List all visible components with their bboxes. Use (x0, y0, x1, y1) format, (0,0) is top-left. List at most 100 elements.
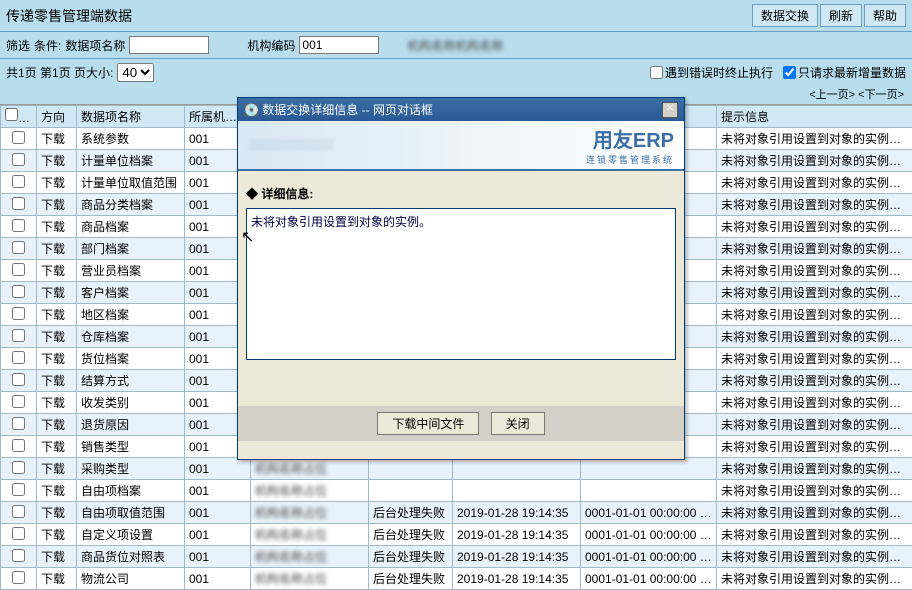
cell-proc (369, 458, 453, 480)
cell-name: 自定义项设置 (77, 524, 185, 546)
table-row[interactable]: 下载商品货位对照表001机构名称占位后台处理失败2019-01-28 19:14… (1, 546, 912, 568)
cell-name: 销售类型 (77, 436, 185, 458)
detail-link[interactable]: [详细] (904, 242, 912, 256)
detail-link[interactable]: [详细] (904, 264, 912, 278)
detail-link[interactable]: [详细] (904, 506, 912, 520)
latest-only[interactable]: 只请求最新增量数据 (783, 64, 906, 81)
cell-hint: 未将对象引用设置到对象的实例。 [详细] (717, 326, 912, 348)
row-checkbox[interactable] (12, 527, 25, 540)
row-checkbox[interactable] (12, 153, 25, 166)
close-icon[interactable]: ✕ (662, 102, 678, 118)
cell-name: 系统参数 (77, 128, 185, 150)
row-checkbox[interactable] (12, 351, 25, 364)
table-row[interactable]: 下载自由项取值范围001机构名称占位后台处理失败2019-01-28 19:14… (1, 502, 912, 524)
select-all-checkbox[interactable] (5, 108, 18, 121)
item-input[interactable] (129, 36, 209, 54)
detail-link[interactable]: [详细] (904, 198, 912, 212)
download-file-button[interactable]: 下载中间文件 (377, 412, 479, 435)
detail-link[interactable]: [详细] (904, 352, 912, 366)
detail-link[interactable]: [详细] (904, 396, 912, 410)
detail-link[interactable]: [详细] (904, 132, 912, 146)
row-checkbox[interactable] (12, 395, 25, 408)
cell-org: 001 (185, 568, 251, 590)
cell-direction: 下载 (37, 436, 77, 458)
detail-link[interactable]: [详细] (904, 308, 912, 322)
detail-label: 详细信息: (246, 185, 676, 202)
cell-hint: 未将对象引用设置到对象的实例。 [详细] (717, 194, 912, 216)
table-row[interactable]: 下载自由项档案001机构名称占位未将对象引用设置到对象的实例。 [详细] (1, 480, 912, 502)
row-checkbox[interactable] (12, 175, 25, 188)
table-row[interactable]: 下载自定义项设置001机构名称占位后台处理失败2019-01-28 19:14:… (1, 524, 912, 546)
refresh-button[interactable]: 刷新 (820, 4, 862, 27)
cell-org: 001 (185, 546, 251, 568)
row-checkbox[interactable] (12, 373, 25, 386)
row-checkbox[interactable] (12, 329, 25, 342)
dialog-body: 详细信息: 未将对象引用设置到对象的实例。 (238, 171, 684, 368)
row-checkbox[interactable] (12, 439, 25, 452)
detail-link[interactable]: [详细] (904, 374, 912, 388)
row-checkbox[interactable] (12, 263, 25, 276)
exchange-button[interactable]: 数据交换 (752, 4, 818, 27)
pager-summary: 共1页 第1页 页大小: (6, 64, 113, 81)
detail-link[interactable]: [详细] (904, 440, 912, 454)
detail-link[interactable]: [详细] (904, 330, 912, 344)
cell-time1: 2019-01-28 19:14:35 (453, 524, 581, 546)
cell-proc: 后台处理失败 (369, 546, 453, 568)
detail-link[interactable]: [详细] (904, 528, 912, 542)
row-checkbox[interactable] (12, 549, 25, 562)
col-item-name: 数据项名称 (77, 106, 185, 128)
detail-link[interactable]: [详细] (904, 286, 912, 300)
row-checkbox[interactable] (12, 505, 25, 518)
cell-name: 商品分类档案 (77, 194, 185, 216)
cell-name: 商品档案 (77, 216, 185, 238)
dialog-titlebar[interactable]: 💽 数据交换详细信息 -- 网页对话框 ✕ (238, 98, 684, 121)
row-checkbox[interactable] (12, 571, 25, 584)
org-label: 机构编码 (247, 37, 295, 54)
prev-page[interactable]: <上一页> (809, 89, 855, 101)
row-checkbox[interactable] (12, 131, 25, 144)
page-size-select[interactable]: 40 (117, 63, 154, 82)
detail-link[interactable]: [详细] (904, 176, 912, 190)
detail-textarea[interactable]: 未将对象引用设置到对象的实例。 (246, 208, 676, 360)
cell-direction: 下载 (37, 480, 77, 502)
help-button[interactable]: 帮助 (864, 4, 906, 27)
stop-on-error[interactable]: 遇到错误时终止执行 (650, 64, 773, 81)
cell-direction: 下载 (37, 304, 77, 326)
latest-checkbox[interactable] (783, 66, 796, 79)
detail-link[interactable]: [详细] (904, 220, 912, 234)
stop-checkbox[interactable] (650, 66, 663, 79)
row-checkbox[interactable] (12, 241, 25, 254)
cell-orgname: 机构名称占位 (251, 546, 369, 568)
detail-link[interactable]: [详细] (904, 572, 912, 586)
col-select-all[interactable]: 全选 (1, 106, 37, 128)
detail-link[interactable]: [详细] (904, 484, 912, 498)
dialog-banner: ░░░░░░░░░░░░ 用友ERP 连锁零售管理系统 (238, 121, 684, 171)
detail-link[interactable]: [详细] (904, 418, 912, 432)
cell-direction: 下载 (37, 392, 77, 414)
cell-org: 001 (185, 502, 251, 524)
table-row[interactable]: 下载物流公司001机构名称占位后台处理失败2019-01-28 19:14:35… (1, 568, 912, 590)
detail-link[interactable]: [详细] (904, 462, 912, 476)
cell-name: 采购类型 (77, 458, 185, 480)
row-checkbox[interactable] (12, 483, 25, 496)
cell-hint: 未将对象引用设置到对象的实例。 [详细] (717, 392, 912, 414)
row-checkbox[interactable] (12, 461, 25, 474)
cell-hint: 未将对象引用设置到对象的实例。 [详细] (717, 304, 912, 326)
detail-dialog: 💽 数据交换详细信息 -- 网页对话框 ✕ ░░░░░░░░░░░░ 用友ERP… (237, 97, 685, 460)
row-checkbox[interactable] (12, 417, 25, 430)
cell-direction: 下载 (37, 326, 77, 348)
next-page[interactable]: <下一页> (858, 89, 904, 101)
cell-direction: 下载 (37, 458, 77, 480)
detail-link[interactable]: [详细] (904, 154, 912, 168)
detail-link[interactable]: [详细] (904, 550, 912, 564)
cell-hint: 未将对象引用设置到对象的实例。 [详细] (717, 436, 912, 458)
cell-proc: 后台处理失败 (369, 502, 453, 524)
row-checkbox[interactable] (12, 285, 25, 298)
row-checkbox[interactable] (12, 307, 25, 320)
org-input[interactable] (299, 36, 379, 54)
close-button[interactable]: 关闭 (491, 412, 545, 435)
item-label: 数据项名称 (65, 37, 125, 54)
table-row[interactable]: 下载采购类型001机构名称占位未将对象引用设置到对象的实例。 [详细] (1, 458, 912, 480)
row-checkbox[interactable] (12, 197, 25, 210)
row-checkbox[interactable] (12, 219, 25, 232)
